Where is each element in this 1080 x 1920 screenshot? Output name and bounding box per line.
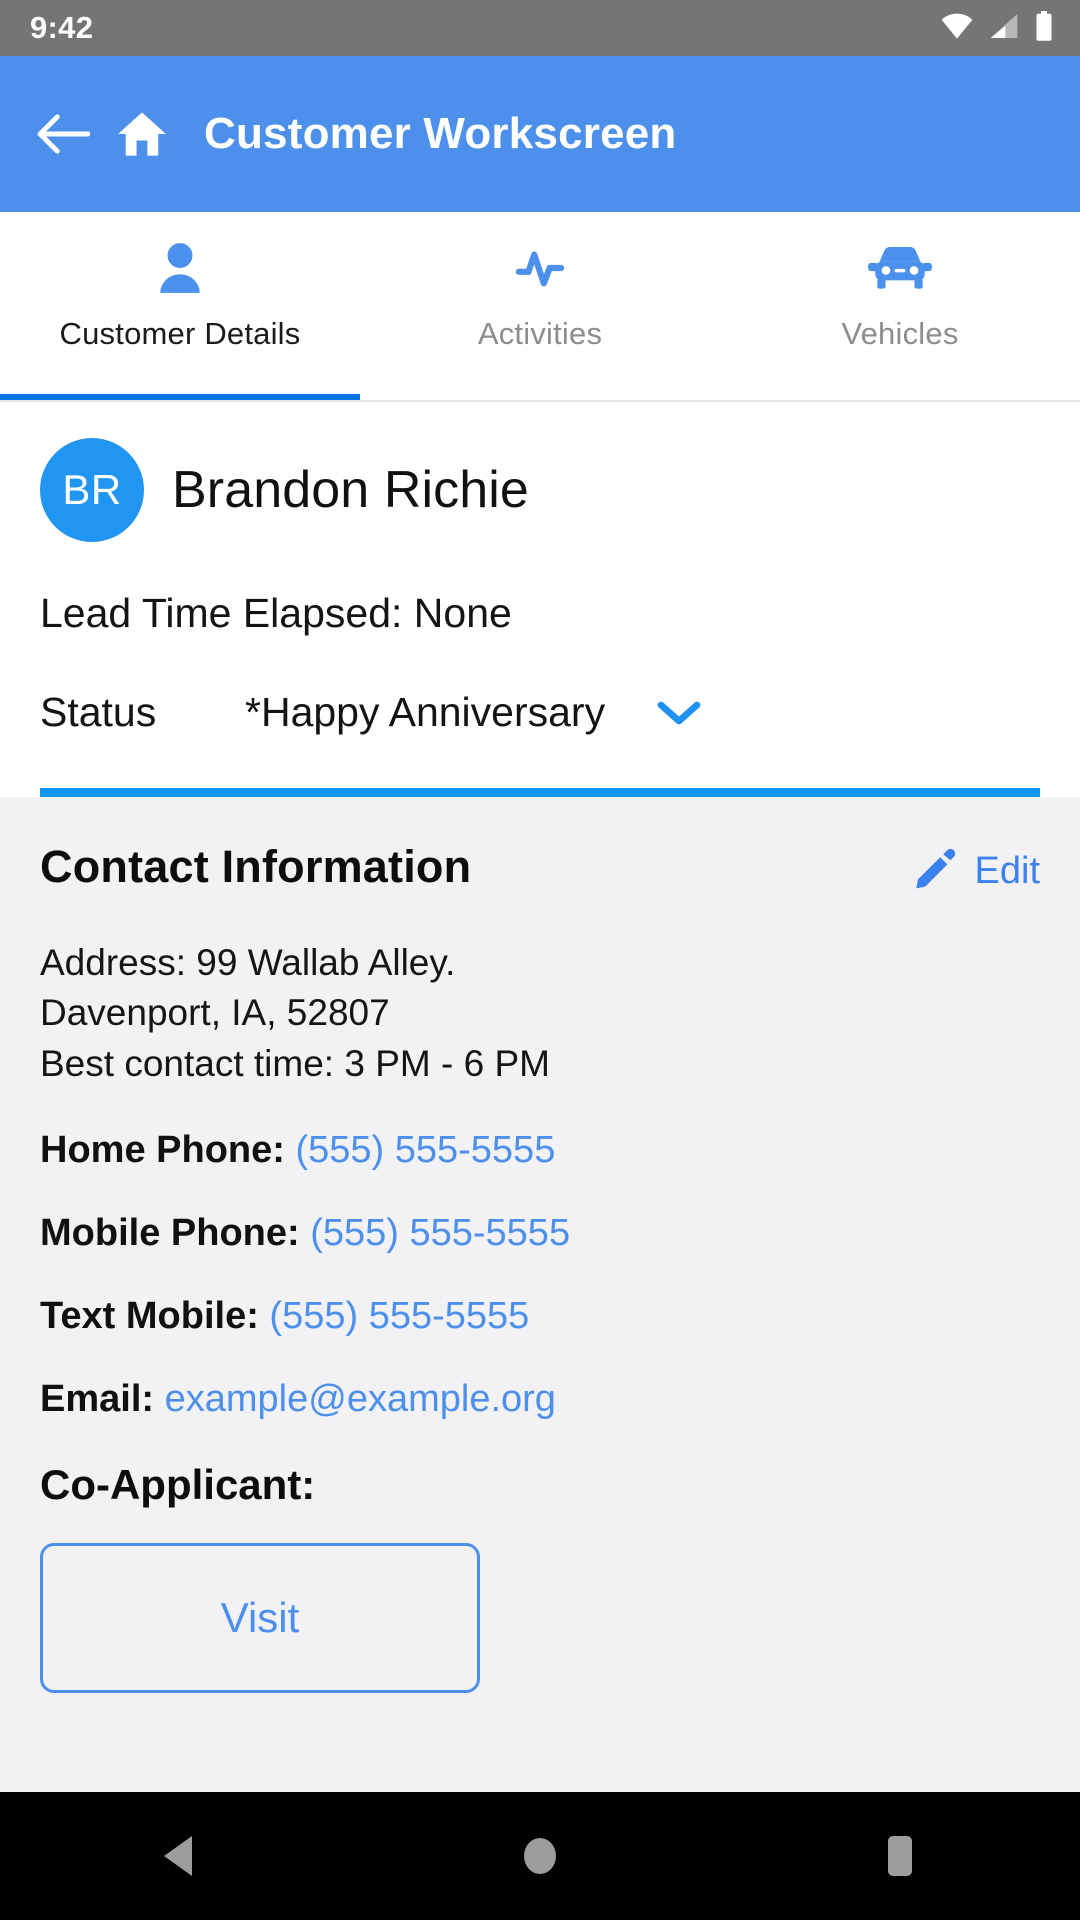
contact-section-title: Contact Information: [40, 841, 472, 892]
tab-label-activities: Activities: [477, 316, 603, 351]
text-mobile-row: Text Mobile: (555) 555-5555: [40, 1295, 1040, 1338]
tab-label-customer-details: Customer Details: [59, 316, 301, 351]
address-line-2: Davenport, IA, 52807: [40, 992, 390, 1034]
page-title: Customer Workscreen: [204, 109, 677, 158]
tab-activities[interactable]: Activities: [360, 212, 720, 400]
section-divider: [40, 788, 1040, 797]
text-mobile-value[interactable]: (555) 555-5555: [269, 1295, 529, 1337]
status-bar: 9:42: [0, 0, 1080, 56]
email-value[interactable]: example@example.org: [165, 1378, 556, 1420]
tab-bar: Customer Details Activities Vehicles: [0, 212, 1080, 402]
best-contact-time: Best contact time: 3 PM - 6 PM: [40, 1042, 550, 1084]
pencil-icon: [913, 847, 957, 896]
back-arrow-icon[interactable]: [36, 113, 90, 155]
nav-home-icon[interactable]: [460, 1792, 620, 1920]
status-value[interactable]: *Happy Anniversary: [245, 689, 605, 736]
status-row: Status *Happy Anniversary: [40, 689, 1040, 736]
customer-header: BR Brandon Richie Lead Time Elapsed: Non…: [0, 402, 1080, 797]
customer-name: Brandon Richie: [172, 461, 529, 519]
home-icon[interactable]: [116, 110, 168, 158]
edit-button[interactable]: Edit: [913, 841, 1040, 896]
co-applicant-label: Co-Applicant:: [40, 1460, 316, 1508]
edit-label: Edit: [974, 850, 1040, 892]
battery-icon: [1034, 10, 1054, 46]
tab-customer-details[interactable]: Customer Details: [0, 212, 360, 400]
status-icon-group: [940, 10, 1054, 46]
tab-label-vehicles: Vehicles: [841, 316, 959, 351]
chevron-down-icon[interactable]: [657, 698, 701, 728]
contact-header: Contact Information Edit: [40, 841, 1040, 896]
address-block: Address: 99 Wallab Alley. Davenport, IA,…: [40, 938, 1040, 1089]
mobile-phone-label: Mobile Phone:: [40, 1211, 311, 1254]
address-line-1: Address: 99 Wallab Alley.: [40, 942, 456, 983]
lead-time-elapsed: Lead Time Elapsed: None: [40, 590, 512, 636]
active-tab-indicator: [0, 394, 360, 400]
status-time: 9:42: [30, 10, 94, 45]
cell-signal-icon: [988, 12, 1020, 45]
visit-button[interactable]: Visit: [40, 1542, 480, 1693]
email-row: Email: example@example.org: [40, 1378, 1040, 1421]
text-mobile-label: Text Mobile:: [40, 1294, 270, 1337]
avatar: BR: [40, 438, 144, 542]
wifi-icon: [940, 12, 974, 45]
person-icon: [153, 240, 207, 296]
contact-information-section: Contact Information Edit Address: 99 Wal…: [0, 797, 1080, 1879]
home-phone-row: Home Phone: (555) 555-5555: [40, 1129, 1040, 1172]
phone-screen: 9:42 Customer Workscreen Customer Detail…: [0, 0, 1080, 1920]
pulse-icon: [515, 240, 565, 296]
customer-name-row: BR Brandon Richie: [40, 438, 1040, 542]
email-label: Email:: [40, 1377, 165, 1420]
nav-back-icon[interactable]: [100, 1792, 260, 1920]
mobile-phone-value[interactable]: (555) 555-5555: [310, 1212, 570, 1254]
app-bar: Customer Workscreen: [0, 56, 1080, 212]
mobile-phone-row: Mobile Phone: (555) 555-5555: [40, 1212, 1040, 1255]
car-icon: [867, 240, 933, 296]
home-phone-label: Home Phone:: [40, 1128, 296, 1171]
tab-vehicles[interactable]: Vehicles: [720, 212, 1080, 400]
nav-recents-icon[interactable]: [820, 1792, 980, 1920]
home-phone-value[interactable]: (555) 555-5555: [295, 1129, 555, 1171]
android-nav-bar: [0, 1792, 1080, 1920]
status-label: Status: [40, 689, 157, 735]
